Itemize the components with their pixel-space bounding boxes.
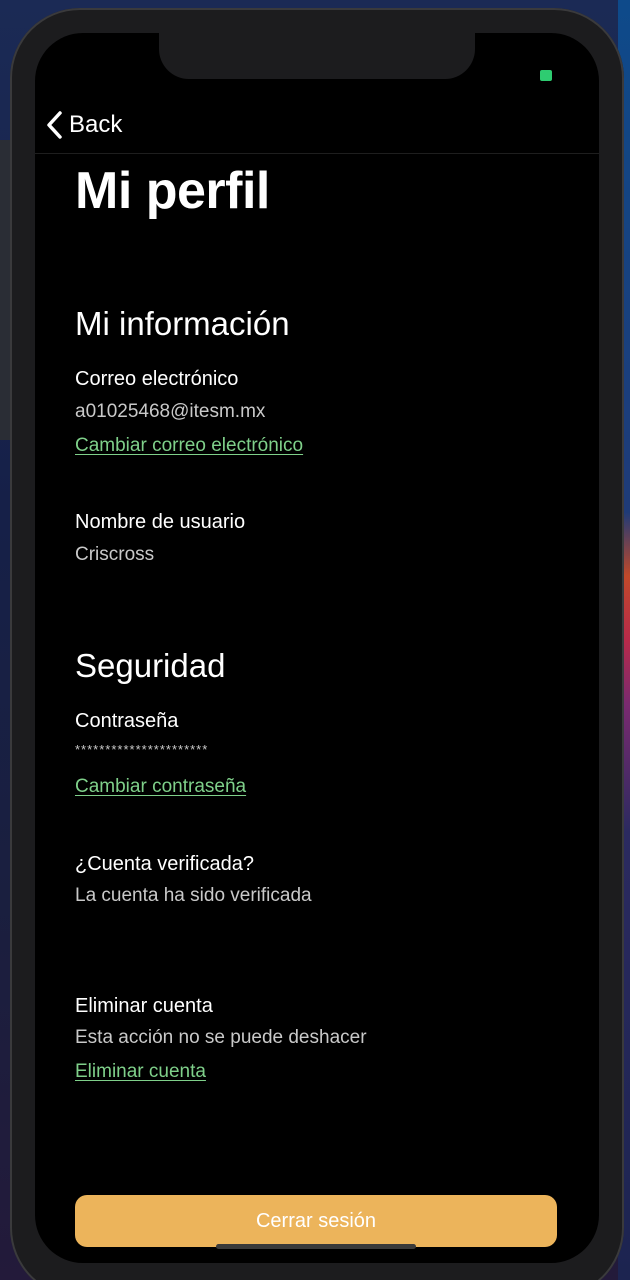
phone-notch [159, 33, 475, 79]
password-value: ********************** [75, 742, 209, 757]
back-button[interactable]: Back [45, 105, 122, 145]
email-value: a01025468@itesm.mx [75, 401, 266, 422]
email-label: Correo electrónico [75, 368, 239, 390]
change-email-link[interactable]: Cambiar correo electrónico [75, 435, 303, 457]
password-label: Contraseña [75, 710, 179, 732]
status-indicator-icon [540, 70, 552, 81]
navigation-bar: Back [35, 105, 599, 154]
delete-account-description: Esta acción no se puede deshacer [75, 1027, 367, 1048]
section-title-security: Seguridad [75, 647, 226, 684]
username-value: Criscross [75, 544, 155, 565]
back-label: Back [69, 111, 123, 138]
username-label: Nombre de usuario [75, 511, 246, 533]
verified-value: La cuenta ha sido verificada [75, 885, 312, 906]
section-title-info: Mi información [75, 305, 290, 342]
delete-account-link[interactable]: Eliminar cuenta [75, 1061, 206, 1083]
chevron-left-icon [47, 111, 62, 139]
delete-account-label: Eliminar cuenta [75, 995, 213, 1017]
logout-button[interactable]: Cerrar sesión [75, 1195, 557, 1247]
verified-label: ¿Cuenta verificada? [75, 853, 254, 875]
change-password-link[interactable]: Cambiar contraseña [75, 776, 246, 798]
home-indicator[interactable] [216, 1244, 416, 1249]
page-title: Mi perfil [75, 162, 270, 220]
phone-frame: Back Mi perfil Mi información Correo ele… [10, 8, 624, 1280]
phone-screen: Back Mi perfil Mi información Correo ele… [35, 33, 599, 1263]
